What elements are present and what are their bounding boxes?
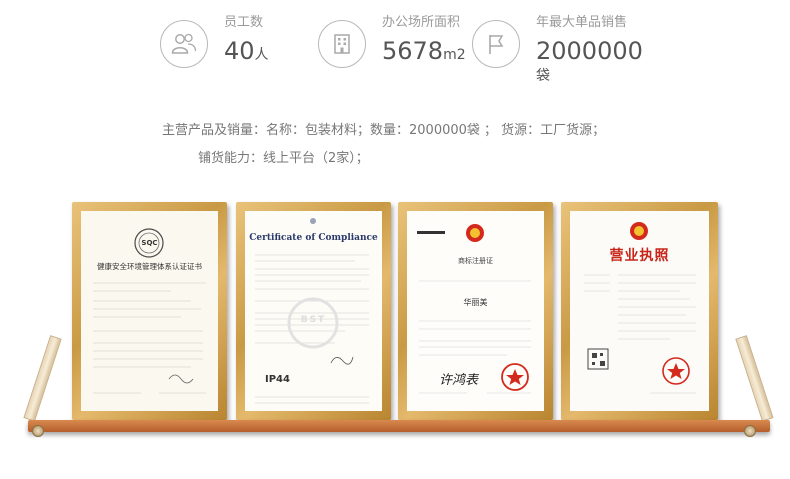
certificate-frame-1: SQC 健康安全环境管理体系认证证书 [72,202,227,420]
stat-label: 员工数 [224,15,264,30]
certificate-logo: BST [300,315,327,325]
certificate-frame-3: 商标注册证 华丽美 许鸿表 [398,202,553,420]
stat-unit: 袋 [536,68,550,84]
stat-annual-sales: 年最大单品销售 2000000 袋 [472,14,643,84]
distribution-value: 线上平台（2家）； [263,151,369,166]
stat-number: 2000000 [536,37,643,65]
certificate-title: 营业执照 [609,248,670,264]
certificate-frame-4: 营业执照 [561,202,718,420]
distribution-line: 铺货能力：线上平台（2家）； [198,147,369,166]
stat-unit: 人 [254,47,269,63]
stat-label: 年最大单品销售 [536,15,628,30]
stat-office-area: 办公场所面积 5678m2 [318,14,466,70]
main-products-label: 主营产品及销量： [162,123,267,138]
certificate-business-license: 营业执照 [570,211,709,411]
screw-left [32,425,44,437]
main-products-line: 主营产品及销量：名称：包装材料；数量：2000000袋 ； 货源：工厂货源； [162,119,605,138]
stat-number: 40 [224,37,255,65]
group-icon [160,20,208,68]
certificate-compliance: Certificate of Compliance BST IP44 [245,211,382,411]
stat-value: 40人 [224,36,269,70]
stat-unit: m2 [443,47,466,63]
stat-label: 办公场所面积 [382,15,461,30]
building-icon [318,20,366,68]
shelf-bracket-left [23,335,62,422]
screw-right [744,425,756,437]
shelf-board [28,420,770,432]
certificate-title: 商标注册证 [458,257,493,265]
distribution-label: 铺货能力： [198,151,264,166]
stat-number: 5678 [382,37,444,65]
shelf-bracket-right [735,335,774,422]
certificate-title: 健康安全环境管理体系认证证书 [97,262,202,271]
certificate-signature: 许鸿表 [439,373,479,388]
certificate-hse: SQC 健康安全环境管理体系认证证书 [81,211,218,411]
stat-value: 5678m2 [382,36,466,70]
stat-employees: 员工数 40人 [160,14,269,70]
certificate-frame-2: Certificate of Compliance BST IP44 [236,202,391,420]
certificate-trademark: 商标注册证 华丽美 许鸿表 [407,211,544,411]
certificate-logo: SQC [141,239,158,247]
flag-icon [472,20,520,68]
trademark-name: 华丽美 [463,298,488,307]
certificate-footer-mark: IP44 [265,374,290,385]
stat-value: 2000000 袋 [536,36,643,84]
main-products-value: 名称：包装材料；数量：2000000袋 ； 货源：工厂货源； [266,123,606,138]
